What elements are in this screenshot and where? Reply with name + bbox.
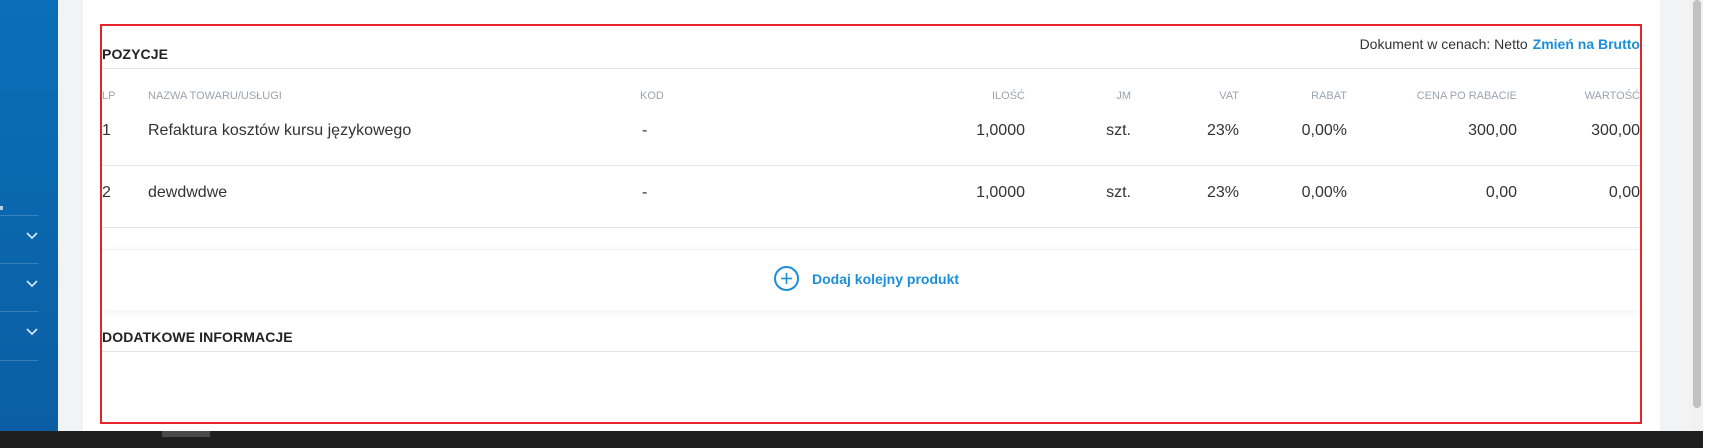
chevron-down-icon — [26, 232, 38, 240]
table-row[interactable]: 1 Refaktura kosztów kursu językowego - 1… — [102, 104, 1640, 166]
col-header-unit[interactable]: JM — [1116, 90, 1131, 102]
highlight-frame: POZYCJE Dokument w cenach: Netto Zmień na… — [100, 24, 1642, 424]
sidebar-item-collapsed-2[interactable] — [0, 263, 38, 312]
taskbar-item[interactable] — [162, 431, 210, 437]
cell-code: - — [642, 184, 648, 201]
taskbar — [0, 431, 1703, 448]
doc-prices-label: Dokument w cenach: Netto — [1359, 36, 1528, 52]
cell-vat: 23% — [1206, 184, 1239, 201]
section-divider — [102, 351, 1640, 352]
cell-value: 300,00 — [1591, 122, 1640, 139]
cell-price-after: 0,00 — [1485, 184, 1517, 201]
doc-prices-info: Dokument w cenach: Netto Zmień na Brutto — [1360, 36, 1640, 52]
cell-code: - — [642, 122, 648, 139]
add-product-band: Dodaj kolejny produkt — [102, 249, 1640, 310]
cell-discount: 0,00% — [1301, 184, 1347, 201]
cell-qty: 1,0000 — [976, 122, 1025, 139]
col-header-qty[interactable]: ILOŚĆ — [992, 90, 1025, 102]
section-divider — [102, 68, 1640, 69]
col-header-lp[interactable]: LP — [102, 90, 115, 102]
col-header-code[interactable]: KOD — [640, 90, 664, 102]
cell-lp: 1 — [102, 122, 111, 139]
sidebar — [0, 0, 58, 431]
sidebar-marker — [0, 206, 3, 210]
cell-name[interactable]: Refaktura kosztów kursu językowego — [148, 122, 411, 140]
col-header-name[interactable]: NAZWA TOWARU/USŁUGI — [148, 90, 282, 102]
cell-unit: szt. — [1106, 122, 1131, 139]
switch-to-gross-link[interactable]: Zmień na Brutto — [1533, 36, 1640, 52]
cell-unit: szt. — [1106, 184, 1131, 201]
chevron-down-icon — [26, 280, 38, 288]
sidebar-item-collapsed-1[interactable] — [0, 215, 38, 264]
chevron-down-icon — [26, 328, 38, 336]
cell-vat: 23% — [1206, 122, 1239, 139]
col-header-price-after[interactable]: CENA PO RABACIE — [1417, 90, 1517, 102]
sidebar-item-collapsed-3[interactable] — [0, 311, 38, 361]
col-header-vat[interactable]: VAT — [1219, 90, 1239, 102]
cell-lp: 2 — [102, 184, 111, 201]
cell-name[interactable]: dewdwdwe — [148, 184, 227, 202]
cell-price-after: 300,00 — [1468, 122, 1517, 139]
positions-title: POZYCJE — [102, 46, 169, 62]
col-header-value[interactable]: WARTOŚĆ — [1585, 90, 1640, 102]
add-product-button[interactable]: Dodaj kolejny produkt — [774, 266, 959, 291]
additional-info-title: DODATKOWE INFORMACJE — [102, 329, 293, 345]
plus-circle-icon — [774, 266, 799, 291]
right-gutter — [1660, 0, 1690, 431]
cell-qty: 1,0000 — [976, 184, 1025, 201]
table-row[interactable]: 2 dewdwdwe - 1,0000 szt. 23% 0,00% 0,00 … — [102, 166, 1640, 228]
add-product-label: Dodaj kolejny produkt — [812, 270, 960, 287]
col-header-discount[interactable]: RABAT — [1311, 90, 1347, 102]
cell-value: 0,00 — [1608, 184, 1640, 201]
right-edge — [1703, 0, 1733, 448]
cell-discount: 0,00% — [1301, 122, 1347, 139]
left-gutter — [58, 0, 83, 431]
scrollbar-thumb[interactable] — [1693, 0, 1701, 408]
